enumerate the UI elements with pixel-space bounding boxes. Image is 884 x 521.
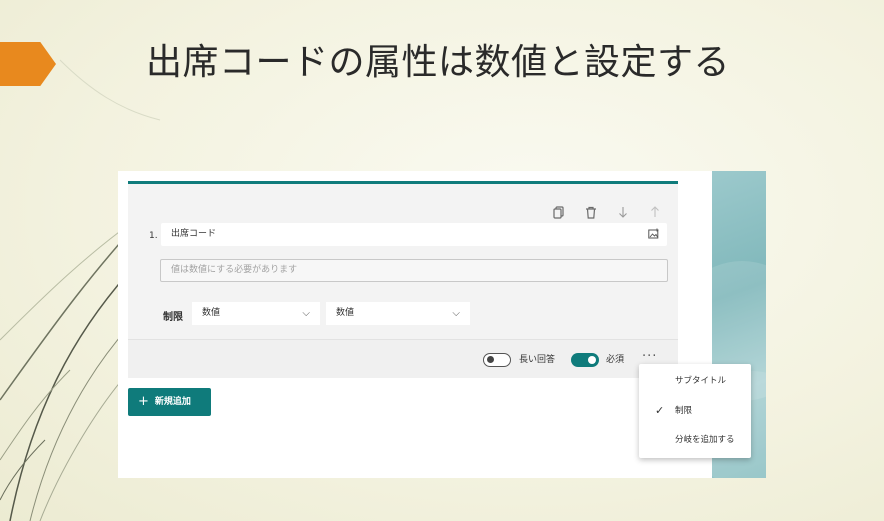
more-options-icon[interactable]: ··· <box>642 349 657 364</box>
question-footer: 長い回答 必須 ··· <box>128 339 678 378</box>
menu-item-subtitle[interactable]: サブタイトル <box>639 370 751 392</box>
question-card[interactable]: 1. 出席コード 値は数値にする必要があります 制限 数値 ⌵ 数値 ⌵ 長い回… <box>128 181 678 378</box>
answer-preview-field: 値は数値にする必要があります <box>160 259 668 282</box>
move-down-icon[interactable] <box>614 206 632 224</box>
question-title-text: 出席コード <box>171 229 217 239</box>
insert-media-icon[interactable] <box>648 228 661 241</box>
menu-item-restriction[interactable]: ✓ 制限 <box>639 400 751 422</box>
plus-icon: + <box>138 394 149 409</box>
restriction-condition-value: 数値 <box>336 308 355 318</box>
more-options-menu: サブタイトル ✓ 制限 分岐を追加する <box>639 364 751 458</box>
restriction-type-value: 数値 <box>202 308 221 318</box>
required-toggle[interactable] <box>571 353 599 367</box>
restriction-label: 制限 <box>163 312 183 323</box>
add-new-button[interactable]: + 新規追加 <box>128 388 211 416</box>
long-answer-label: 長い回答 <box>519 355 556 365</box>
checkmark-icon: ✓ <box>655 404 665 417</box>
restriction-condition-select[interactable]: 数値 ⌵ <box>326 302 470 325</box>
copy-icon[interactable] <box>550 206 568 224</box>
delete-icon[interactable] <box>582 206 600 224</box>
menu-item-add-branching[interactable]: 分岐を追加する <box>639 429 751 451</box>
restriction-type-select[interactable]: 数値 ⌵ <box>192 302 320 325</box>
question-number: 1. <box>149 231 158 241</box>
question-title-input[interactable]: 出席コード <box>161 223 667 246</box>
chevron-down-icon: ⌵ <box>452 308 460 319</box>
question-toolbar <box>550 206 664 224</box>
chevron-down-icon: ⌵ <box>302 308 310 319</box>
long-answer-toggle[interactable] <box>483 353 511 367</box>
required-label: 必須 <box>606 355 625 365</box>
slide-title: 出席コードの属性は数値と設定する <box>146 42 731 83</box>
move-up-icon[interactable] <box>646 206 664 224</box>
add-new-label: 新規追加 <box>154 397 191 407</box>
forms-screenshot: 1. 出席コード 値は数値にする必要があります 制限 数値 ⌵ 数値 ⌵ 長い回… <box>118 171 766 478</box>
